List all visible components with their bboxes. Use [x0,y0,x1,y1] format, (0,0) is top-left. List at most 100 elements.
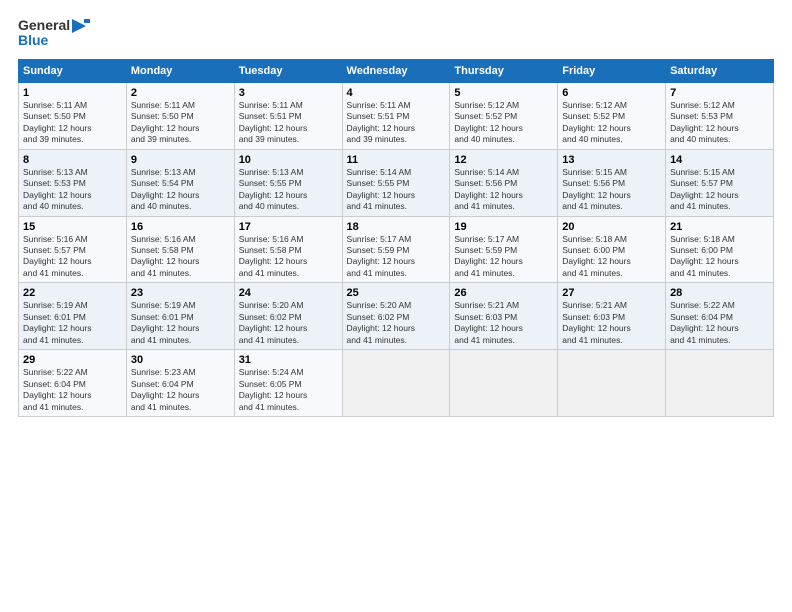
calendar-cell [666,350,774,417]
calendar-week-4: 22 Sunrise: 5:19 AMSunset: 6:01 PMDayligh… [19,283,774,350]
weekday-header-saturday: Saturday [666,59,774,82]
day-number: 3 [239,87,338,99]
day-info: Sunrise: 5:17 AMSunset: 5:59 PMDaylight:… [454,234,553,280]
day-number: 20 [562,221,661,233]
day-number: 12 [454,154,553,166]
calendar-cell: 5Sunrise: 5:12 AMSunset: 5:52 PMDaylight… [450,82,558,149]
day-info: Sunrise: 5:23 AMSunset: 6:04 PMDaylight:… [131,367,230,413]
day-info: Sunrise: 5:16 AMSunset: 5:58 PMDaylight:… [239,234,338,280]
day-info: Sunrise: 5:22 AMSunset: 6:04 PMDaylight:… [23,367,122,413]
calendar-cell: 26Sunrise: 5:21 AMSunset: 6:03 PMDayligh… [450,283,558,350]
day-number: 26 [454,287,553,299]
day-number: 5 [454,87,553,99]
calendar-cell: 7Sunrise: 5:12 AMSunset: 5:53 PMDaylight… [666,82,774,149]
calendar-cell: 23Sunrise: 5:19 AMSunset: 6:01 PMDayligh… [126,283,234,350]
weekday-header-monday: Monday [126,59,234,82]
day-info: Sunrise: 5:22 AMSunset: 6:04 PMDaylight:… [670,300,769,346]
day-info: Sunrise: 5:11 AMSunset: 5:51 PMDaylight:… [347,100,446,146]
day-info: Sunrise: 5:20 AMSunset: 6:02 PMDaylight:… [347,300,446,346]
calendar-cell: 13Sunrise: 5:15 AMSunset: 5:56 PMDayligh… [558,149,666,216]
day-info: Sunrise: 5:18 AMSunset: 6:00 PMDaylight:… [562,234,661,280]
day-info: Sunrise: 5:13 AMSunset: 5:53 PMDaylight:… [23,167,122,213]
calendar-cell: 30Sunrise: 5:23 AMSunset: 6:04 PMDayligh… [126,350,234,417]
day-number: 10 [239,154,338,166]
day-number: 24 [239,287,338,299]
calendar-cell: 22Sunrise: 5:19 AMSunset: 6:01 PMDayligh… [19,283,127,350]
day-number: 31 [239,354,338,366]
calendar-week-5: 29Sunrise: 5:22 AMSunset: 6:04 PMDayligh… [19,350,774,417]
day-info: Sunrise: 5:12 AMSunset: 5:52 PMDaylight:… [562,100,661,146]
day-number: 4 [347,87,446,99]
calendar-cell: 18Sunrise: 5:17 AMSunset: 5:59 PMDayligh… [342,216,450,283]
day-info: Sunrise: 5:20 AMSunset: 6:02 PMDaylight:… [239,300,338,346]
day-number: 30 [131,354,230,366]
day-number: 27 [562,287,661,299]
calendar-cell: 28Sunrise: 5:22 AMSunset: 6:04 PMDayligh… [666,283,774,350]
calendar-cell [450,350,558,417]
logo-general: General [18,18,70,33]
calendar-cell [558,350,666,417]
calendar-cell: 19Sunrise: 5:17 AMSunset: 5:59 PMDayligh… [450,216,558,283]
calendar-cell: 14Sunrise: 5:15 AMSunset: 5:57 PMDayligh… [666,149,774,216]
calendar-cell: 1Sunrise: 5:11 AMSunset: 5:50 PMDaylight… [19,82,127,149]
day-info: Sunrise: 5:12 AMSunset: 5:52 PMDaylight:… [454,100,553,146]
weekday-header-tuesday: Tuesday [234,59,342,82]
calendar-cell: 29Sunrise: 5:22 AMSunset: 6:04 PMDayligh… [19,350,127,417]
weekday-header-sunday: Sunday [19,59,127,82]
day-number: 15 [23,221,122,233]
day-info: Sunrise: 5:15 AMSunset: 5:57 PMDaylight:… [670,167,769,213]
calendar-cell: 31Sunrise: 5:24 AMSunset: 6:05 PMDayligh… [234,350,342,417]
calendar-week-1: 1Sunrise: 5:11 AMSunset: 5:50 PMDaylight… [19,82,774,149]
day-number: 23 [131,287,230,299]
day-number: 16 [131,221,230,233]
weekday-header-friday: Friday [558,59,666,82]
day-info: Sunrise: 5:14 AMSunset: 5:56 PMDaylight:… [454,167,553,213]
header: General Blue [18,18,774,49]
day-number: 18 [347,221,446,233]
calendar-body: 1Sunrise: 5:11 AMSunset: 5:50 PMDaylight… [19,82,774,416]
day-number: 9 [131,154,230,166]
day-number: 17 [239,221,338,233]
day-number: 28 [670,287,769,299]
day-info: Sunrise: 5:13 AMSunset: 5:55 PMDaylight:… [239,167,338,213]
calendar-cell [342,350,450,417]
day-number: 1 [23,87,122,99]
calendar-week-2: 8Sunrise: 5:13 AMSunset: 5:53 PMDaylight… [19,149,774,216]
calendar-cell: 8Sunrise: 5:13 AMSunset: 5:53 PMDaylight… [19,149,127,216]
day-info: Sunrise: 5:13 AMSunset: 5:54 PMDaylight:… [131,167,230,213]
day-info: Sunrise: 5:11 AMSunset: 5:50 PMDaylight:… [131,100,230,146]
calendar-cell: 10Sunrise: 5:13 AMSunset: 5:55 PMDayligh… [234,149,342,216]
weekday-header-thursday: Thursday [450,59,558,82]
day-info: Sunrise: 5:11 AMSunset: 5:50 PMDaylight:… [23,100,122,146]
day-number: 11 [347,154,446,166]
day-info: Sunrise: 5:24 AMSunset: 6:05 PMDaylight:… [239,367,338,413]
day-info: Sunrise: 5:17 AMSunset: 5:59 PMDaylight:… [347,234,446,280]
day-info: Sunrise: 5:11 AMSunset: 5:51 PMDaylight:… [239,100,338,146]
day-info: Sunrise: 5:21 AMSunset: 6:03 PMDaylight:… [562,300,661,346]
calendar-cell: 15Sunrise: 5:16 AMSunset: 5:57 PMDayligh… [19,216,127,283]
day-number: 19 [454,221,553,233]
calendar-cell: 11Sunrise: 5:14 AMSunset: 5:55 PMDayligh… [342,149,450,216]
day-info: Sunrise: 5:12 AMSunset: 5:53 PMDaylight:… [670,100,769,146]
day-number: 25 [347,287,446,299]
day-number: 6 [562,87,661,99]
day-info: Sunrise: 5:21 AMSunset: 6:03 PMDaylight:… [454,300,553,346]
calendar-table: SundayMondayTuesdayWednesdayThursdayFrid… [18,59,774,417]
day-info: Sunrise: 5:14 AMSunset: 5:55 PMDaylight:… [347,167,446,213]
weekday-header-wednesday: Wednesday [342,59,450,82]
calendar-week-3: 15Sunrise: 5:16 AMSunset: 5:57 PMDayligh… [19,216,774,283]
day-info: Sunrise: 5:19 AMSunset: 6:01 PMDaylight:… [131,300,230,346]
calendar-cell: 24Sunrise: 5:20 AMSunset: 6:02 PMDayligh… [234,283,342,350]
calendar-cell: 3Sunrise: 5:11 AMSunset: 5:51 PMDaylight… [234,82,342,149]
calendar-cell: 4Sunrise: 5:11 AMSunset: 5:51 PMDaylight… [342,82,450,149]
day-number: 29 [23,354,122,366]
day-number: 22 [23,287,122,299]
calendar-cell: 6Sunrise: 5:12 AMSunset: 5:52 PMDaylight… [558,82,666,149]
day-number: 7 [670,87,769,99]
calendar-cell: 27Sunrise: 5:21 AMSunset: 6:03 PMDayligh… [558,283,666,350]
logo-blue: Blue [18,33,48,48]
calendar-cell: 25Sunrise: 5:20 AMSunset: 6:02 PMDayligh… [342,283,450,350]
day-info: Sunrise: 5:16 AMSunset: 5:57 PMDaylight:… [23,234,122,280]
calendar-cell: 17Sunrise: 5:16 AMSunset: 5:58 PMDayligh… [234,216,342,283]
page: General Blue SundayMondayTuesdayWednesda… [0,0,792,612]
